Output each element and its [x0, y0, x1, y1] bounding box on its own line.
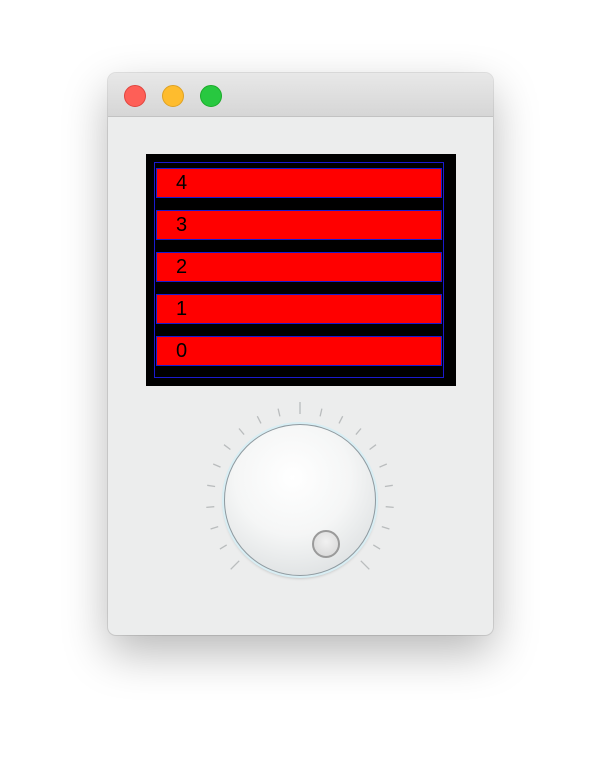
dial-tick [223, 444, 231, 451]
list-item-label: 3 [176, 214, 188, 236]
minimize-button[interactable] [162, 85, 184, 107]
dial-knob-indicator-icon[interactable] [312, 530, 340, 558]
dial-tick [319, 408, 323, 417]
dial-tick [210, 525, 219, 530]
dial-tick [207, 484, 216, 488]
app-window: 4 3 2 1 0 [108, 73, 493, 635]
zoom-button[interactable] [200, 85, 222, 107]
dial-tick [355, 428, 362, 436]
list-item[interactable]: 3 [156, 210, 442, 240]
dial-tick [219, 544, 228, 550]
close-button[interactable] [124, 85, 146, 107]
dial-tick [338, 415, 344, 424]
item-list: 4 3 2 1 0 [154, 162, 444, 378]
dial-tick [369, 444, 377, 451]
dial-tick [379, 463, 388, 468]
dial-tick [277, 408, 281, 417]
dial-tick [212, 463, 221, 468]
dial-tick [206, 506, 215, 509]
dial-tick [372, 544, 381, 550]
dial-tick [385, 506, 394, 509]
dial-tick [238, 428, 245, 436]
list-item[interactable]: 4 [156, 168, 442, 198]
dial-tick [230, 560, 240, 570]
dial-knob[interactable] [224, 424, 376, 576]
dial-tick [256, 415, 262, 424]
title-bar [108, 73, 493, 117]
dial-tick [381, 525, 390, 530]
list-item-label: 4 [176, 172, 188, 194]
dial-tick [360, 560, 370, 570]
list-item[interactable]: 1 [156, 294, 442, 324]
dial-tick [384, 484, 393, 488]
list-item-label: 0 [176, 340, 188, 362]
list-item-label: 1 [176, 298, 188, 320]
dial[interactable] [200, 398, 400, 598]
list-panel: 4 3 2 1 0 [146, 154, 456, 386]
list-item[interactable]: 2 [156, 252, 442, 282]
list-item[interactable]: 0 [156, 336, 442, 366]
list-item-label: 2 [176, 256, 188, 278]
